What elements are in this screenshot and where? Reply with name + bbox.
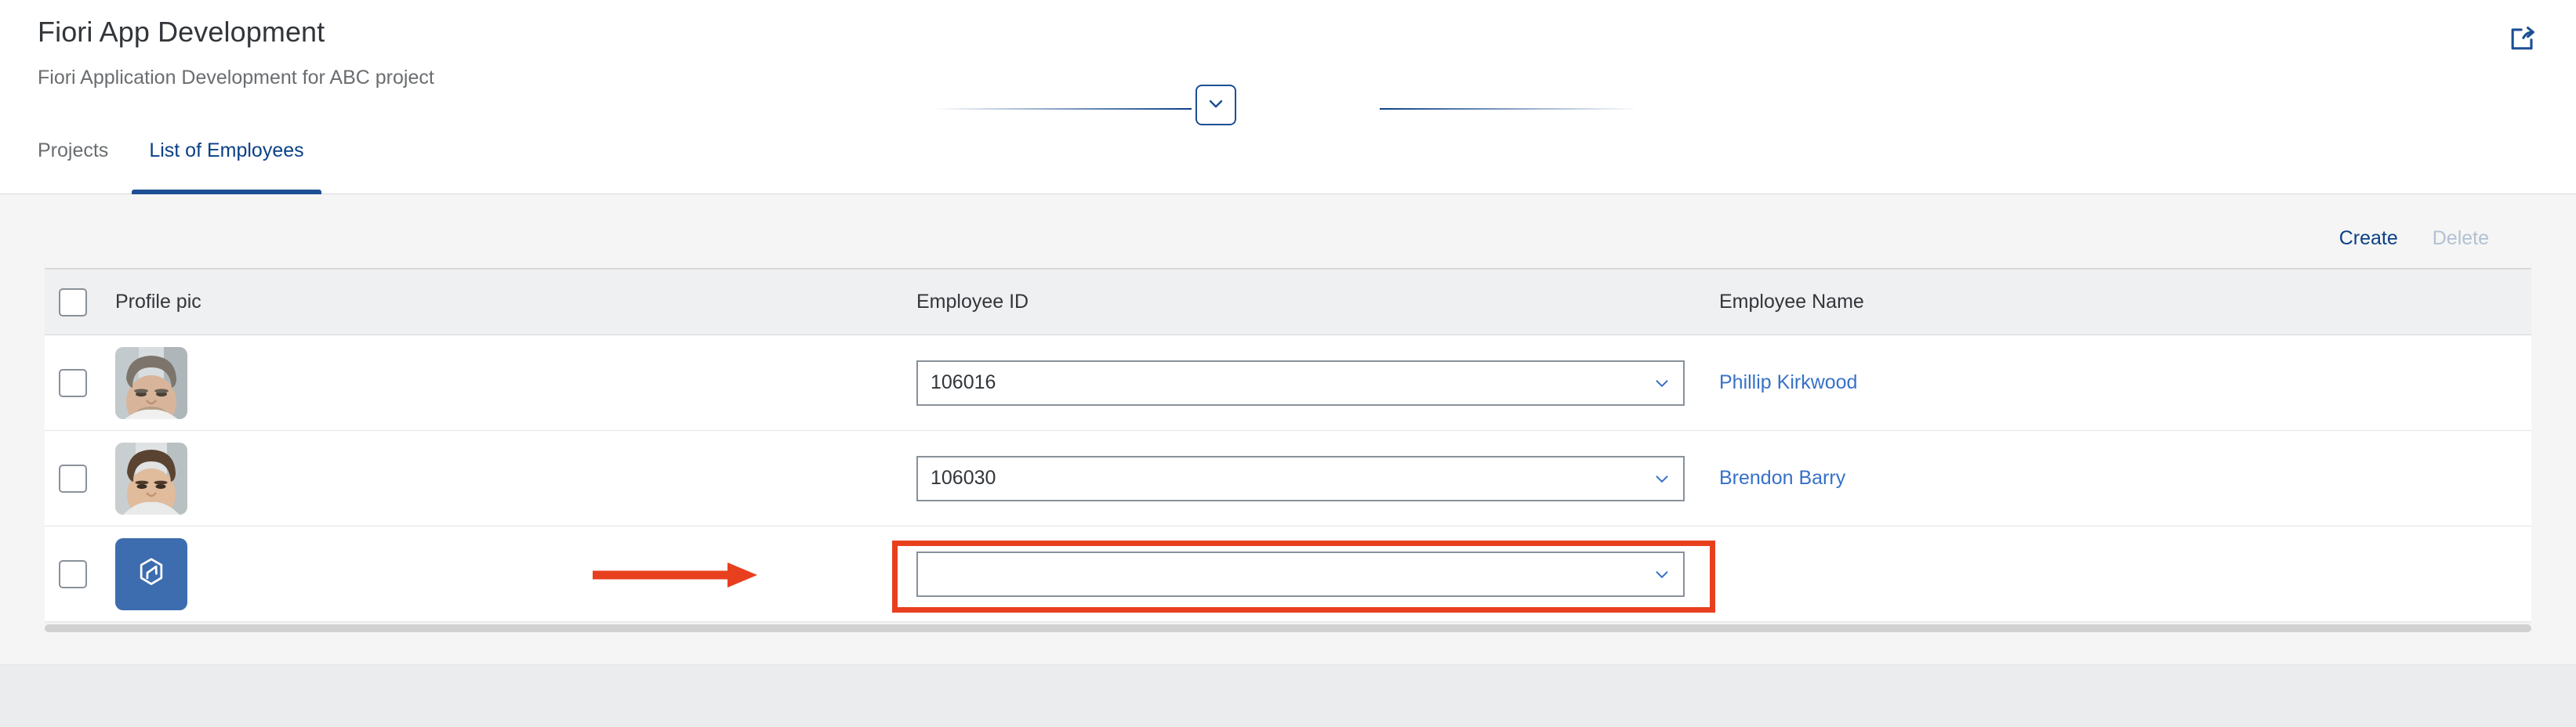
- empty-employee-id-combobox[interactable]: [916, 551, 1685, 597]
- select-all-checkbox[interactable]: [59, 288, 87, 316]
- product-placeholder-avatar[interactable]: [115, 537, 187, 610]
- employee-id-value: 106030: [931, 467, 996, 489]
- page-title: Fiori App Development: [38, 16, 325, 48]
- delete-button: Delete: [2432, 226, 2489, 249]
- collapse-line-right: [1380, 108, 1638, 110]
- row-select-cell: [45, 464, 101, 493]
- employee-id-value: 106016: [931, 371, 996, 393]
- tab-projects-label: Projects: [38, 139, 109, 161]
- employee-name-cell: Brendon Barry: [1716, 467, 2531, 490]
- tab-projects[interactable]: Projects: [38, 133, 132, 194]
- table-header-row: Profile pic Employee ID Employee Name: [45, 268, 2531, 335]
- employee-id-combobox[interactable]: 106030: [916, 455, 1685, 501]
- table-horizontal-scrollbar[interactable]: [45, 622, 2531, 633]
- row-checkbox[interactable]: [59, 368, 87, 397]
- icon-tab-bar: Projects List of Employees: [0, 133, 2576, 194]
- product-cube-icon: [134, 555, 169, 593]
- header-collapse-area: [933, 85, 1638, 132]
- row-select-cell: [45, 368, 101, 397]
- column-header-employee-name: Employee Name: [1719, 291, 1864, 313]
- tab-list-of-employees[interactable]: List of Employees: [132, 133, 321, 194]
- table-toolbar: Create Delete: [45, 208, 2531, 268]
- employee-id-combobox[interactable]: 106016: [916, 360, 1685, 406]
- app-page: Fiori App Development Fiori Application …: [0, 0, 2576, 727]
- page-content: Create Delete Profile pic Employee ID Em…: [0, 194, 2576, 664]
- employee-photo-avatar[interactable]: [115, 442, 187, 515]
- collapse-header-button[interactable]: [1195, 85, 1236, 125]
- chevron-down-icon: [1205, 92, 1227, 118]
- table-row[interactable]: [45, 526, 2531, 622]
- employees-table-card: Create Delete Profile pic Employee ID Em…: [45, 208, 2531, 633]
- page-subtitle: Fiori Application Development for ABC pr…: [38, 67, 434, 89]
- chevron-down-icon[interactable]: [1650, 371, 1674, 395]
- row-select-cell: [45, 559, 101, 588]
- row-checkbox[interactable]: [59, 559, 87, 588]
- profile-pic-cell: [101, 537, 916, 610]
- chevron-down-icon[interactable]: [1650, 562, 1674, 586]
- profile-pic-cell: [101, 442, 916, 515]
- chevron-down-icon[interactable]: [1650, 467, 1674, 490]
- employee-id-cell: 106016: [916, 360, 1716, 406]
- create-button[interactable]: Create: [2322, 227, 2415, 250]
- employee-id-cell: 106030: [916, 455, 1716, 501]
- collapse-line-left: [933, 108, 1192, 110]
- share-export-icon[interactable]: [2502, 17, 2543, 58]
- scrollbar-thumb[interactable]: [45, 624, 2531, 632]
- profile-pic-cell: [101, 346, 916, 419]
- object-page-header: Fiori App Development Fiori Application …: [0, 0, 2576, 194]
- employee-name-link[interactable]: Phillip Kirkwood: [1719, 371, 1857, 393]
- column-header-profile-pic: Profile pic: [115, 291, 201, 313]
- tab-list-of-employees-label: List of Employees: [149, 139, 304, 161]
- table-row[interactable]: 106016 Phillip Kirkwood: [45, 335, 2531, 431]
- employee-id-cell: [916, 551, 1716, 597]
- column-header-employee-id: Employee ID: [916, 291, 1029, 313]
- employee-name-cell: Phillip Kirkwood: [1716, 371, 2531, 394]
- employee-photo-avatar[interactable]: [115, 346, 187, 419]
- select-all-cell: [45, 288, 101, 316]
- row-checkbox[interactable]: [59, 464, 87, 493]
- table-row[interactable]: 106030 Brendon Barry: [45, 431, 2531, 526]
- page-footer-band: [0, 664, 2576, 727]
- employee-name-link[interactable]: Brendon Barry: [1719, 467, 1845, 489]
